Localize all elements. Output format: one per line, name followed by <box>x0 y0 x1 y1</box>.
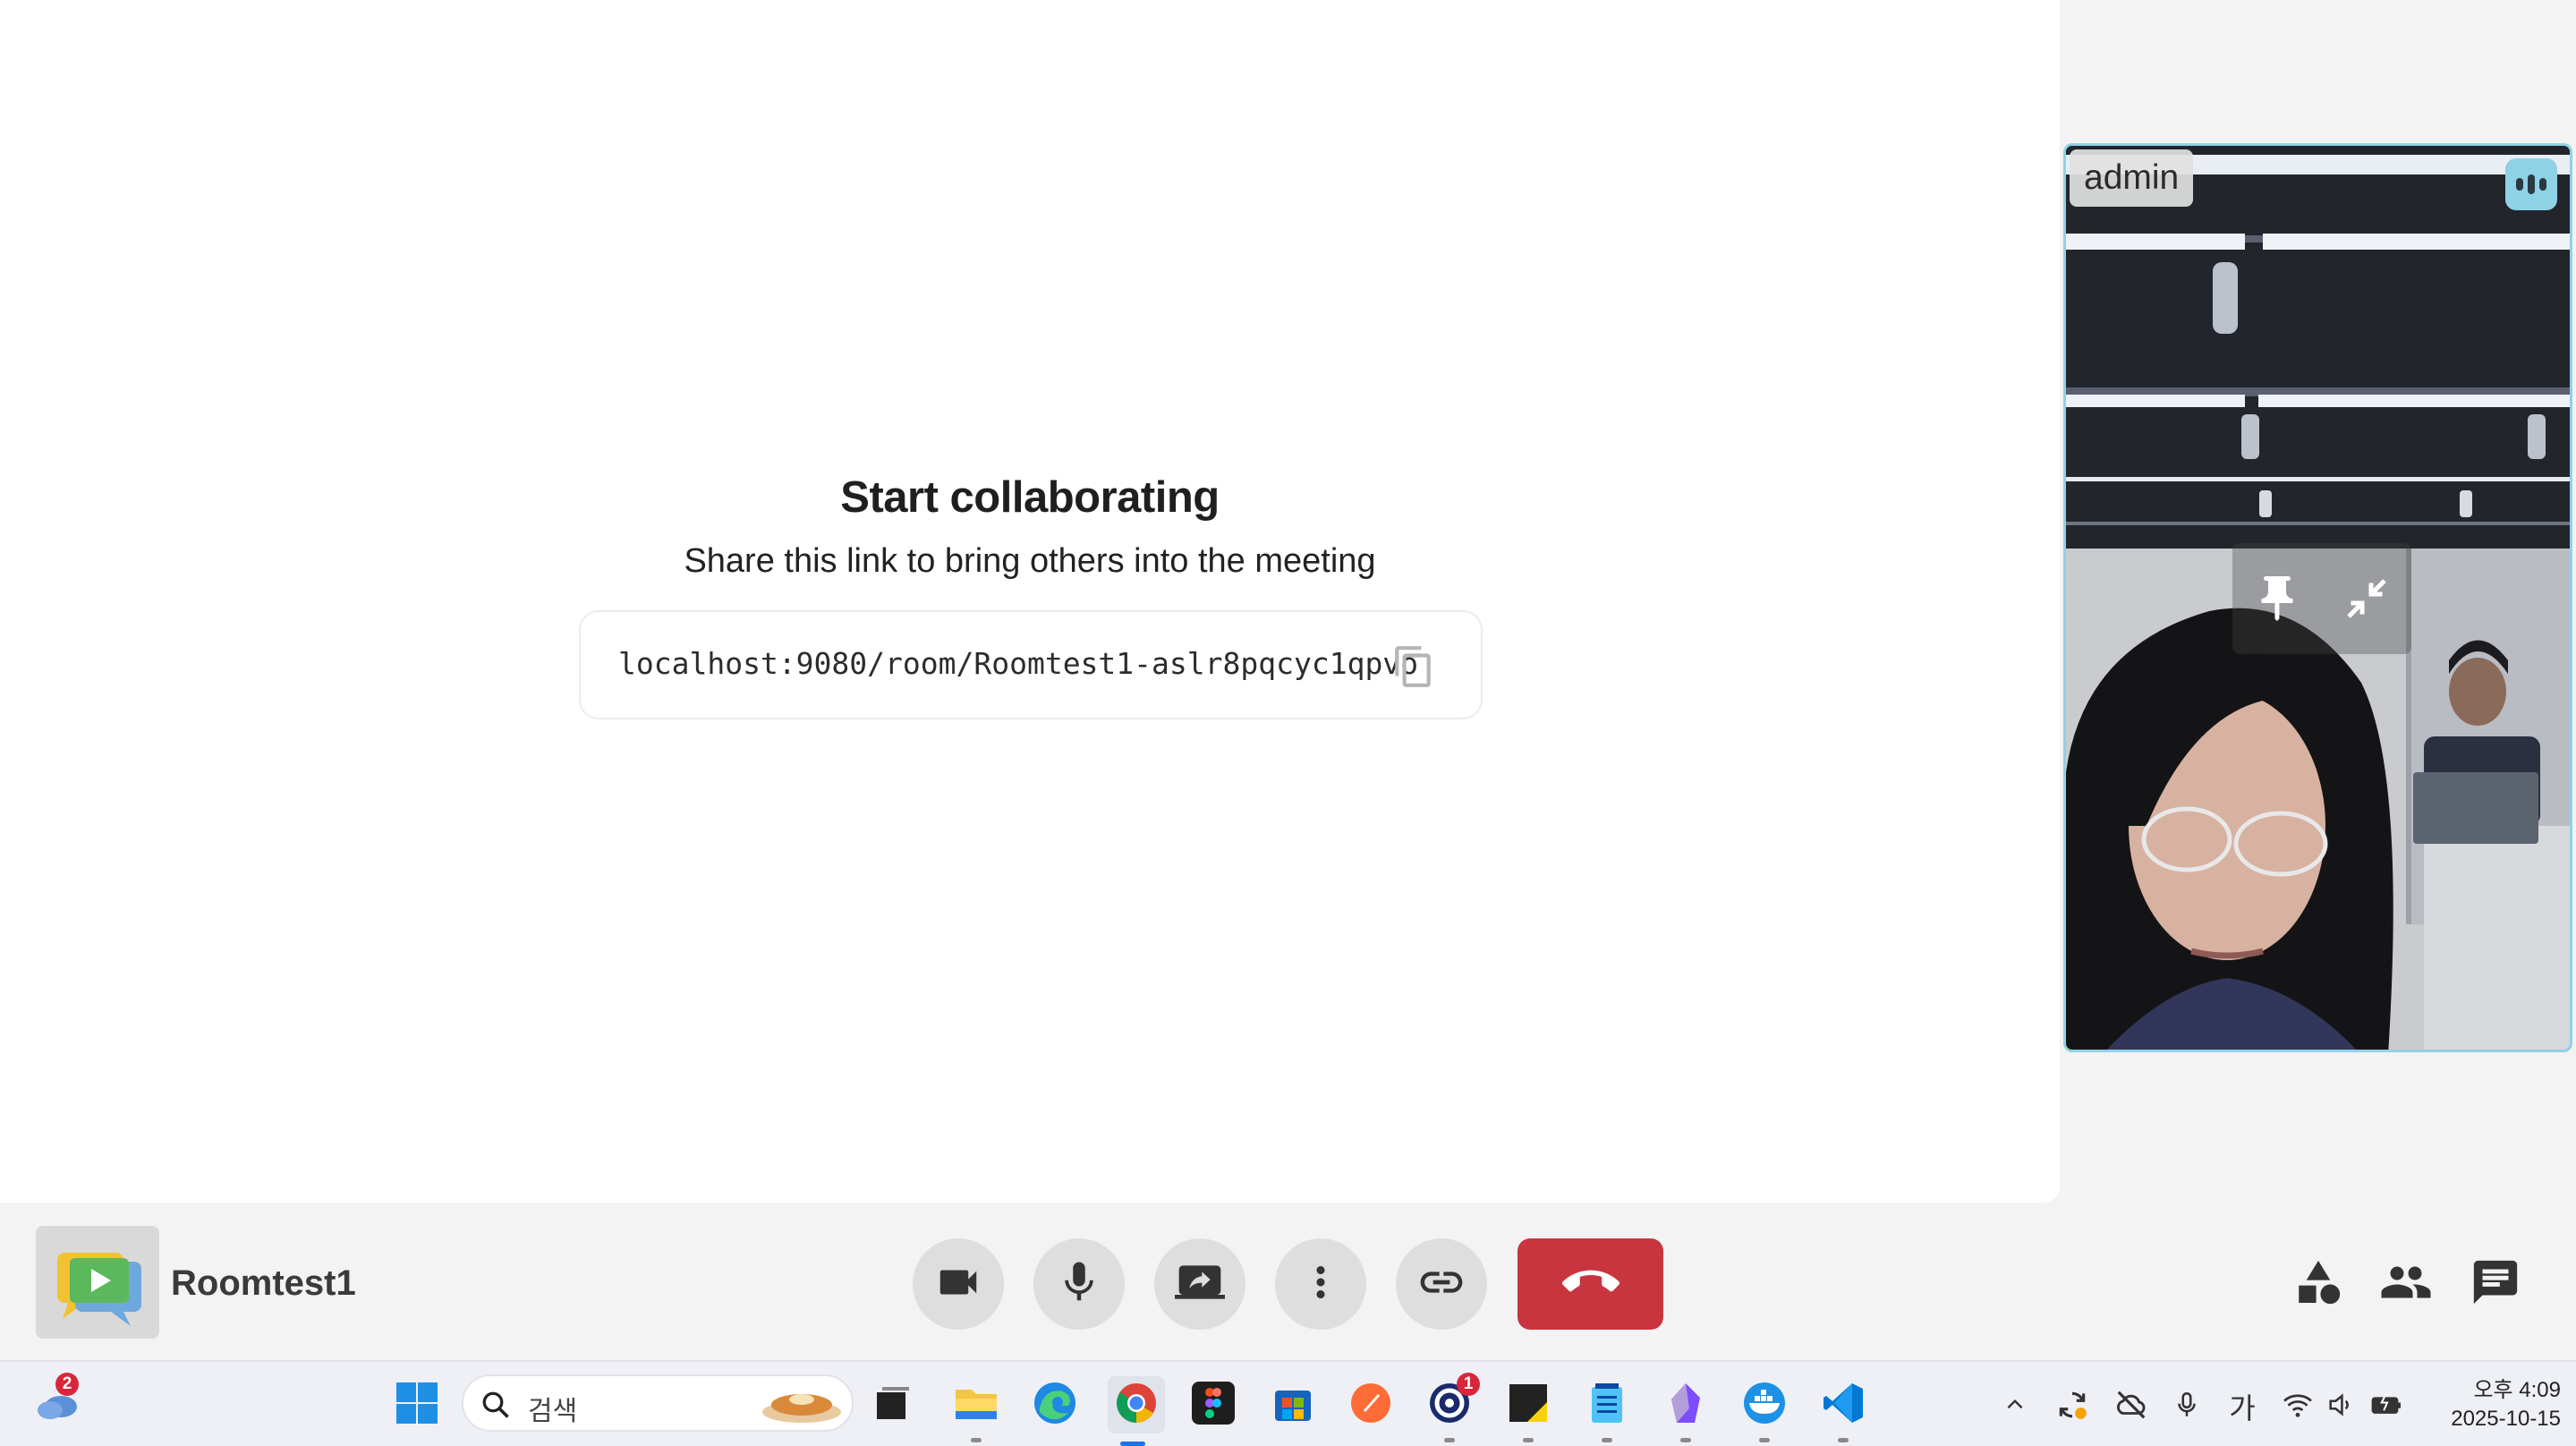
link-icon <box>1416 1257 1467 1312</box>
notepad-icon <box>1588 1382 1626 1429</box>
pin-icon[interactable] <box>2250 572 2304 625</box>
obsidian-icon <box>1668 1382 1704 1429</box>
onedrive-tray-button[interactable] <box>2113 1389 2149 1425</box>
main-stage: Start collaborating Share this link to b… <box>0 0 2060 1203</box>
running-indicator <box>1680 1438 1691 1442</box>
copy-icon[interactable] <box>1391 644 1436 689</box>
copy-link-button[interactable] <box>1396 1238 1487 1330</box>
cloud-off-icon <box>2114 1388 2148 1426</box>
activities-button[interactable] <box>2291 1256 2346 1312</box>
chrome-browser-icon <box>1115 1382 1158 1429</box>
running-indicator <box>1444 1438 1455 1442</box>
running-indicator <box>1523 1438 1534 1442</box>
show-hidden-icons-button[interactable] <box>1997 1389 2033 1425</box>
active-indicator <box>1120 1442 1145 1446</box>
camera-button[interactable] <box>913 1238 1004 1330</box>
taskbar-edge[interactable] <box>1030 1380 1080 1430</box>
shapes-icon <box>2292 1256 2344 1313</box>
battery-tray-button[interactable] <box>2369 1389 2405 1425</box>
weather-badge: 2 <box>55 1373 79 1396</box>
search-highlight-icon <box>759 1382 845 1431</box>
docker-icon <box>1742 1382 1787 1429</box>
taskbar-obsidian[interactable] <box>1661 1380 1711 1442</box>
search-icon <box>480 1389 512 1425</box>
invite-panel: Start collaborating Share this link to b… <box>0 472 2060 581</box>
more-options-button[interactable] <box>1275 1238 1366 1330</box>
video-camera-icon <box>934 1258 982 1311</box>
search-placeholder: 검색 <box>528 1397 578 1426</box>
taskbar-sticky-notes[interactable] <box>1503 1380 1553 1442</box>
store-icon <box>1271 1382 1314 1429</box>
microphone-button[interactable] <box>1033 1238 1125 1330</box>
running-indicator <box>971 1438 982 1442</box>
task-view-icon <box>873 1383 913 1427</box>
running-indicator <box>1602 1438 1612 1442</box>
wifi-icon <box>2282 1389 2314 1425</box>
folder-icon <box>954 1384 999 1426</box>
invite-title: Start collaborating <box>840 473 1220 522</box>
taskbar-search[interactable]: 검색 <box>462 1374 854 1432</box>
microphone-icon <box>1055 1258 1103 1311</box>
taskbar-app-target[interactable]: 1 <box>1424 1373 1480 1442</box>
invite-link-text[interactable]: localhost:9080/room/Roomtest1-aslr8pqcyc… <box>618 646 1418 681</box>
running-indicator <box>1759 1438 1770 1442</box>
clock-time: 오후 4:09 <box>2473 1378 2561 1402</box>
minimize-icon[interactable] <box>2340 572 2393 625</box>
running-indicator <box>1838 1438 1849 1442</box>
microphone-tray-button[interactable] <box>2169 1389 2205 1425</box>
microphone-tray-icon <box>2172 1390 2202 1425</box>
ime-indicator[interactable]: 가 <box>2224 1389 2260 1425</box>
taskbar-vscode[interactable] <box>1818 1380 1868 1442</box>
chat-button[interactable] <box>2468 1256 2523 1312</box>
taskbar-figma[interactable] <box>1188 1380 1238 1430</box>
invite-subtitle: Share this link to bring others into the… <box>684 542 1376 580</box>
sticky-notes-icon <box>1508 1382 1549 1428</box>
taskbar-file-explorer[interactable] <box>951 1380 1001 1442</box>
sync-icon <box>2055 1388 2089 1426</box>
taskbar-postman[interactable] <box>1346 1380 1396 1430</box>
taskbar-chrome[interactable] <box>1108 1376 1165 1446</box>
taskbar-clock[interactable]: 오후 4:09 2025-10-15 <box>2427 1376 2561 1433</box>
screen-share-button[interactable] <box>1154 1238 1245 1330</box>
notify-badge: 1 <box>1457 1373 1480 1396</box>
network-tray-button[interactable] <box>2280 1389 2316 1425</box>
screen-share-icon <box>1175 1257 1225 1312</box>
start-button[interactable] <box>392 1380 442 1430</box>
windows-logo-icon <box>395 1382 438 1429</box>
volume-tray-button[interactable] <box>2323 1389 2359 1425</box>
call-end-icon <box>1561 1254 1620 1315</box>
taskbar-docker[interactable] <box>1739 1380 1790 1442</box>
postman-icon <box>1349 1382 1392 1429</box>
chevron-up-icon <box>2003 1393 2027 1421</box>
ime-label: 가 <box>2229 1392 2256 1425</box>
participant-name-tag: admin <box>2070 149 2194 207</box>
tile-toolbar <box>2232 543 2411 654</box>
participant-video-tile[interactable]: admin <box>2063 143 2572 1052</box>
taskbar-notepad[interactable] <box>1582 1380 1632 1442</box>
task-view-button[interactable] <box>868 1380 918 1430</box>
vscode-icon <box>1822 1382 1865 1429</box>
edge-browser-icon <box>1033 1381 1077 1430</box>
invite-link-box[interactable]: localhost:9080/room/Roomtest1-aslr8pqcyc… <box>579 610 1483 719</box>
more-vert-icon <box>1297 1258 1345 1311</box>
weather-widget[interactable]: 2 <box>32 1373 82 1430</box>
sync-tray-button[interactable] <box>2054 1389 2090 1425</box>
speaker-icon <box>2325 1390 2356 1425</box>
taskbar-store[interactable] <box>1268 1380 1318 1430</box>
clock-date: 2025-10-15 <box>2451 1407 2561 1431</box>
windows-taskbar: 2 검색 1 가 오후 4:09 2025-10-15 <box>0 1360 2576 1446</box>
figma-icon <box>1192 1381 1235 1429</box>
people-icon <box>2379 1255 2433 1314</box>
chat-icon <box>2470 1256 2521 1313</box>
room-logo <box>36 1226 159 1339</box>
audio-level-icon <box>2505 158 2557 210</box>
room-name: Roomtest1 <box>171 1263 356 1303</box>
leave-call-button[interactable] <box>1518 1238 1663 1330</box>
participants-button[interactable] <box>2378 1256 2434 1312</box>
battery-charging-icon <box>2370 1391 2404 1423</box>
